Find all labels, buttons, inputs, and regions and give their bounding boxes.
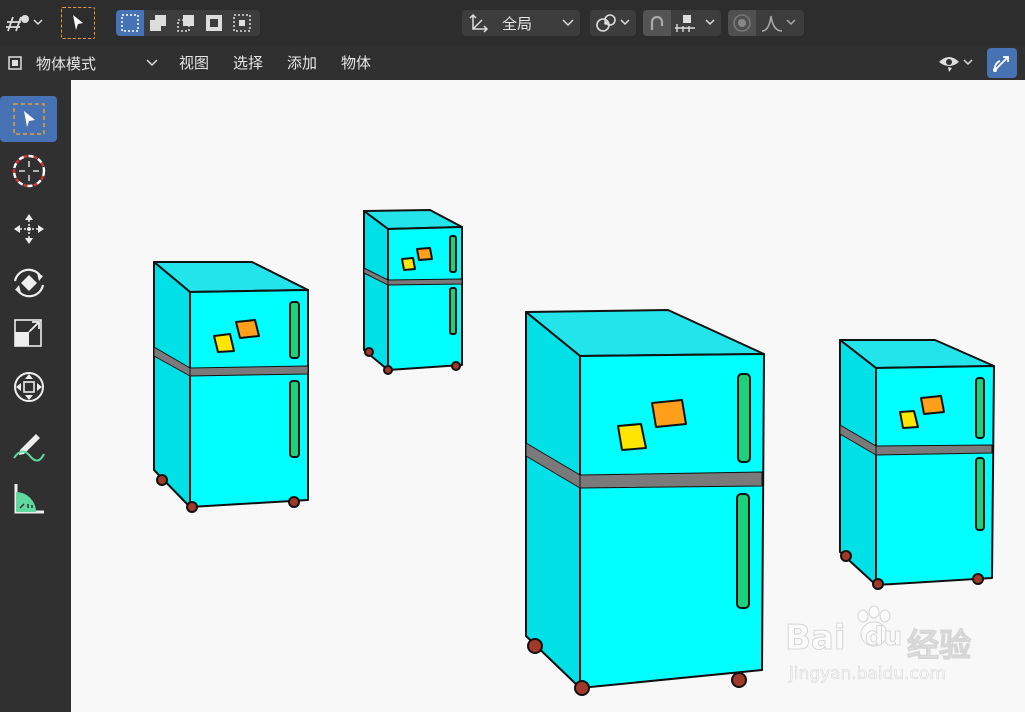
pivot-point-dropdown[interactable] <box>590 10 636 36</box>
fridge-4[interactable] <box>839 339 995 590</box>
watermark-cn: 经验 <box>906 626 972 665</box>
chevron-down-icon <box>620 19 630 26</box>
watermark-brand: Bai <box>785 618 847 659</box>
transform-icon <box>13 372 44 402</box>
tool-move[interactable] <box>0 206 57 252</box>
watermark-brand-2: du <box>864 622 903 653</box>
chevron-down-icon <box>705 19 715 26</box>
tool-shelf <box>0 80 71 712</box>
measure-icon <box>14 484 44 514</box>
selection-mode-group <box>116 10 260 36</box>
falloff-icon[interactable] <box>760 12 786 34</box>
select-subtract-icon <box>177 15 194 32</box>
object-mode-icon <box>8 56 22 70</box>
transform-orientation-dropdown[interactable]: 全局 <box>462 10 580 36</box>
transform-orientation-icon <box>469 13 489 33</box>
chevron-down-icon <box>786 19 796 26</box>
fridge-1[interactable] <box>153 261 309 513</box>
tool-rotate[interactable] <box>0 260 57 306</box>
viewport-header: 物体模式 <box>0 46 1025 80</box>
gizmo-toggle-button[interactable] <box>987 48 1017 78</box>
tool-scale[interactable] <box>0 311 57 357</box>
box-select-new-icon <box>121 14 139 32</box>
select-box-icon <box>12 103 45 135</box>
chevron-down-icon <box>963 59 973 66</box>
snap-target-icon[interactable] <box>673 12 705 34</box>
tool-transform[interactable] <box>0 364 57 410</box>
menu-select[interactable]: 选择 <box>233 52 263 73</box>
orientation-label: 全局 <box>502 14 533 33</box>
eye-icon <box>939 57 959 72</box>
watermark-url: jingyan.baidu.com <box>789 664 946 685</box>
tool-annotate[interactable] <box>0 422 57 468</box>
transform-pivot-icon <box>6 15 43 32</box>
chevron-down-icon <box>146 59 158 67</box>
fridge-2[interactable] <box>363 209 463 375</box>
menu-object[interactable]: 物体 <box>341 52 371 73</box>
baidu-watermark: Bai du 经验 jingyan.baidu.com <box>785 600 1025 690</box>
menu-view[interactable]: 视图 <box>179 52 209 73</box>
proportional-edit-toggle[interactable] <box>728 10 756 36</box>
top-toolbar: 全局 <box>0 0 1025 46</box>
select-invert-icon <box>206 15 222 31</box>
gizmo-icon <box>993 56 1009 72</box>
select-mode-button[interactable] <box>61 7 95 39</box>
chevron-down-icon <box>562 19 574 27</box>
tool-cursor[interactable] <box>0 148 57 194</box>
select-intersect-button[interactable] <box>228 10 256 36</box>
scale-icon <box>13 319 42 347</box>
proportional-edit-group <box>728 10 804 36</box>
select-extend-icon <box>150 15 166 31</box>
snap-toggle[interactable] <box>643 10 671 36</box>
transform-pivot-button[interactable] <box>3 10 45 36</box>
mode-label: 物体模式 <box>36 54 97 73</box>
snap-icon <box>650 15 664 30</box>
tool-measure[interactable] <box>0 476 57 522</box>
fridge-3[interactable] <box>525 309 765 696</box>
tool-select-box[interactable] <box>0 96 57 142</box>
annotate-icon <box>12 434 45 462</box>
box-select-new-button[interactable] <box>116 10 144 36</box>
select-subtract-button[interactable] <box>172 10 200 36</box>
menu-add[interactable]: 添加 <box>287 52 317 73</box>
pivot-point-icon <box>596 14 616 32</box>
cursor-icon <box>12 154 45 188</box>
select-extend-button[interactable] <box>144 10 172 36</box>
select-intersect-icon <box>233 14 251 32</box>
rotate-icon <box>13 268 44 298</box>
3d-viewport[interactable]: Bai du 经验 jingyan.baidu.com <box>71 80 1025 712</box>
snap-group <box>643 10 721 36</box>
mode-dropdown[interactable]: 物体模式 <box>2 49 162 77</box>
select-mode-icon <box>73 15 83 30</box>
select-invert-button[interactable] <box>200 10 228 36</box>
move-icon <box>13 214 44 244</box>
proportional-edit-icon <box>733 14 751 32</box>
visibility-dropdown[interactable] <box>932 49 978 77</box>
